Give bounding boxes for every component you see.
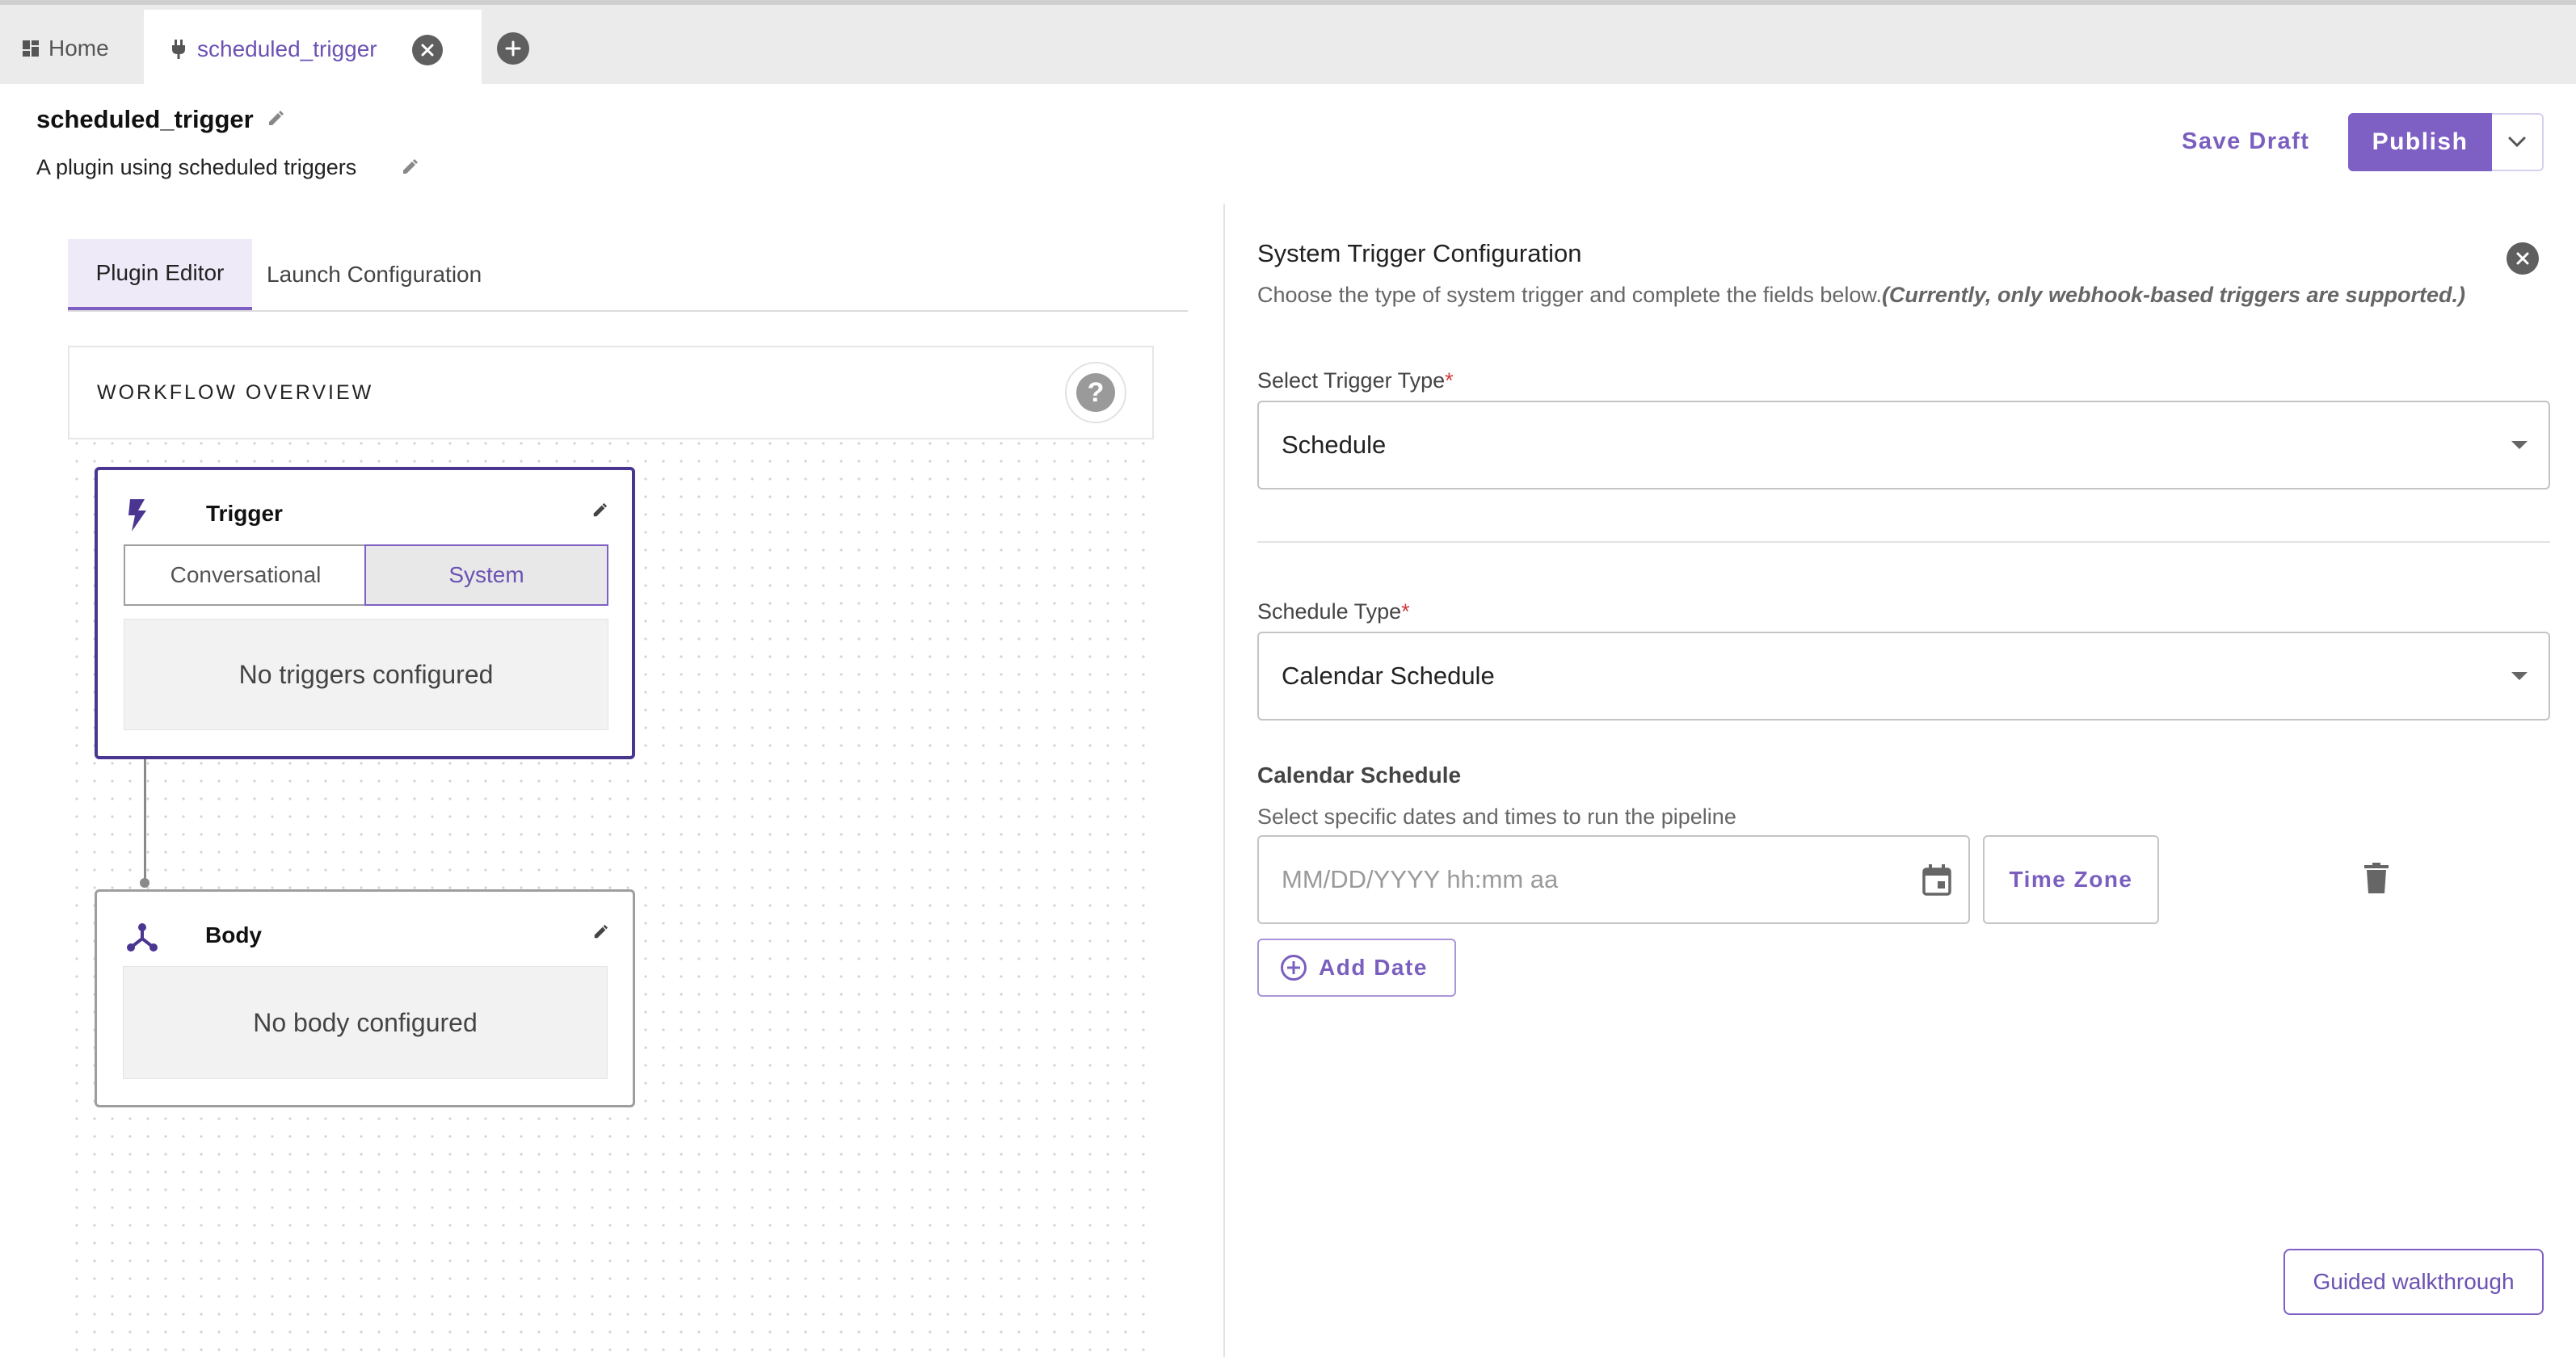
publish-options-button[interactable]: [2492, 113, 2544, 171]
tab-home-label: Home: [48, 36, 109, 61]
edit-trigger-icon[interactable]: [591, 502, 608, 523]
branch-icon: [126, 921, 158, 957]
config-description-note: (Currently, only webhook-based triggers …: [1881, 283, 2466, 307]
calendar-schedule-description: Select specific dates and times to run t…: [1257, 805, 1736, 829]
required-marker: *: [1445, 368, 1454, 393]
plugin-title: scheduled_trigger: [36, 105, 254, 133]
trigger-node[interactable]: Trigger Conversational System No trigger…: [95, 467, 635, 759]
tab-scheduled-trigger[interactable]: scheduled_trigger: [144, 10, 482, 89]
node-connector: [144, 759, 146, 882]
trigger-type-toggle: Conversational System: [124, 544, 608, 606]
add-date-button[interactable]: Add Date: [1257, 939, 1456, 997]
close-config-icon[interactable]: [2507, 242, 2539, 275]
tab-active-label: scheduled_trigger: [197, 36, 377, 61]
dropdown-arrow-icon: [2511, 441, 2528, 449]
close-tab-icon[interactable]: [412, 35, 443, 65]
tab-strip: Home scheduled_trigger: [0, 0, 2576, 89]
schedule-type-label: Schedule Type*: [1257, 599, 1410, 624]
pane-divider: [1223, 204, 1225, 1357]
edit-body-icon[interactable]: [592, 924, 608, 944]
help-icon: ?: [1076, 373, 1115, 412]
add-circle-icon: [1281, 955, 1307, 981]
body-node-title: Body: [205, 922, 262, 947]
no-body-message: No body configured: [123, 966, 608, 1079]
date-time-input[interactable]: MM/DD/YYYY hh:mm aa: [1257, 835, 1970, 924]
trigger-type-label: Select Trigger Type*: [1257, 368, 1454, 393]
tabs-divider: [68, 310, 1188, 312]
lightning-icon: [127, 499, 148, 536]
calendar-icon[interactable]: [1921, 864, 1952, 903]
body-node[interactable]: Body No body configured: [95, 889, 635, 1107]
dashboard-icon: [23, 40, 39, 57]
trigger-type-label-text: Select Trigger Type: [1257, 368, 1446, 393]
add-tab-icon[interactable]: [497, 32, 529, 65]
system-toggle[interactable]: System: [364, 544, 608, 606]
trigger-node-title: Trigger: [206, 501, 283, 526]
edit-description-icon[interactable]: [401, 158, 419, 180]
tab-plugin-editor[interactable]: Plugin Editor: [68, 239, 252, 310]
help-button[interactable]: ?: [1065, 362, 1126, 423]
publish-button[interactable]: Publish: [2348, 113, 2492, 171]
plug-icon: [172, 40, 185, 59]
delete-date-icon[interactable]: [2364, 863, 2389, 897]
workflow-overview-label: WORKFLOW OVERVIEW: [97, 381, 374, 404]
tab-home[interactable]: Home: [23, 27, 109, 69]
config-description: Choose the type of system trigger and co…: [1257, 283, 2465, 308]
connector-handle[interactable]: [140, 878, 149, 888]
conversational-toggle[interactable]: Conversational: [125, 546, 366, 604]
section-divider: [1257, 541, 2550, 543]
trigger-type-value: Schedule: [1282, 431, 1387, 459]
plugin-description: A plugin using scheduled triggers: [36, 155, 357, 179]
dropdown-arrow-icon: [2511, 672, 2528, 680]
config-description-text: Choose the type of system trigger and co…: [1257, 283, 1882, 307]
tab-launch-configuration[interactable]: Launch Configuration: [267, 239, 482, 310]
schedule-type-label-text: Schedule Type: [1257, 599, 1402, 624]
schedule-type-value: Calendar Schedule: [1282, 662, 1495, 690]
config-title: System Trigger Configuration: [1257, 239, 1582, 267]
time-zone-button[interactable]: Time Zone: [1983, 835, 2159, 924]
date-time-placeholder: MM/DD/YYYY hh:mm aa: [1282, 865, 1559, 893]
workflow-overview-bar: WORKFLOW OVERVIEW ?: [68, 346, 1154, 439]
guided-walkthrough-button[interactable]: Guided walkthrough: [2283, 1249, 2544, 1315]
required-marker: *: [1401, 599, 1410, 624]
chevron-down-icon: [2508, 137, 2526, 148]
calendar-schedule-label: Calendar Schedule: [1257, 763, 1462, 788]
schedule-type-select[interactable]: Calendar Schedule: [1257, 632, 2550, 721]
save-draft-button[interactable]: Save Draft: [2182, 121, 2309, 162]
no-triggers-message: No triggers configured: [124, 619, 608, 730]
trigger-type-select[interactable]: Schedule: [1257, 401, 2550, 489]
edit-title-icon[interactable]: [267, 110, 284, 132]
add-date-label: Add Date: [1319, 955, 1428, 980]
